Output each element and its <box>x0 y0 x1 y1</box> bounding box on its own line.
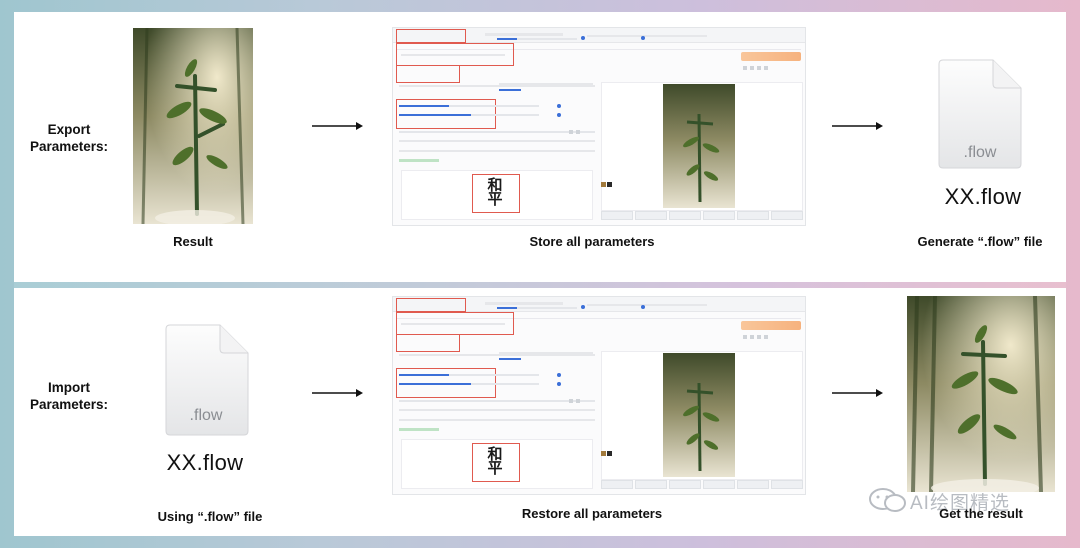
file-extension-label: .flow <box>189 407 223 424</box>
arrow-right-icon <box>312 389 363 397</box>
result-photo <box>133 28 253 224</box>
arrow-right-icon <box>312 122 363 130</box>
row-divider <box>14 282 1066 288</box>
generate-button-shape <box>741 52 801 61</box>
result-caption: Result <box>173 234 213 249</box>
highlight-box <box>396 65 460 83</box>
restore-parameters-caption: Restore all parameters <box>521 506 663 521</box>
store-parameters-screenshot: 和平 <box>392 27 806 226</box>
highlight-box <box>396 298 466 312</box>
file-name: XX.flow <box>944 184 1022 209</box>
arrow-right-icon <box>832 122 883 130</box>
get-result-caption: Get the result <box>939 506 1023 521</box>
arrow-right-icon <box>832 389 883 397</box>
export-parameters-label: Export Parameters: <box>29 122 109 154</box>
store-parameters-caption: Store all parameters <box>529 234 655 249</box>
using-flow-caption: Using “.flow” file <box>157 509 263 524</box>
import-parameters-label: Import Parameters: <box>29 380 109 412</box>
highlight-box <box>396 334 460 352</box>
highlight-box <box>396 29 466 43</box>
generate-button-shape <box>741 321 801 330</box>
generate-flow-caption: Generate “.flow” file <box>917 234 1043 249</box>
wechat-icon <box>869 488 906 512</box>
calligraphy-image: 和平 <box>487 445 503 477</box>
restore-parameters-screenshot: 和平 <box>392 296 806 495</box>
file-name: XX.flow <box>166 450 244 475</box>
calligraphy-image: 和平 <box>487 176 503 208</box>
file-extension-label: .flow <box>963 144 997 161</box>
final-result-photo <box>907 296 1055 492</box>
